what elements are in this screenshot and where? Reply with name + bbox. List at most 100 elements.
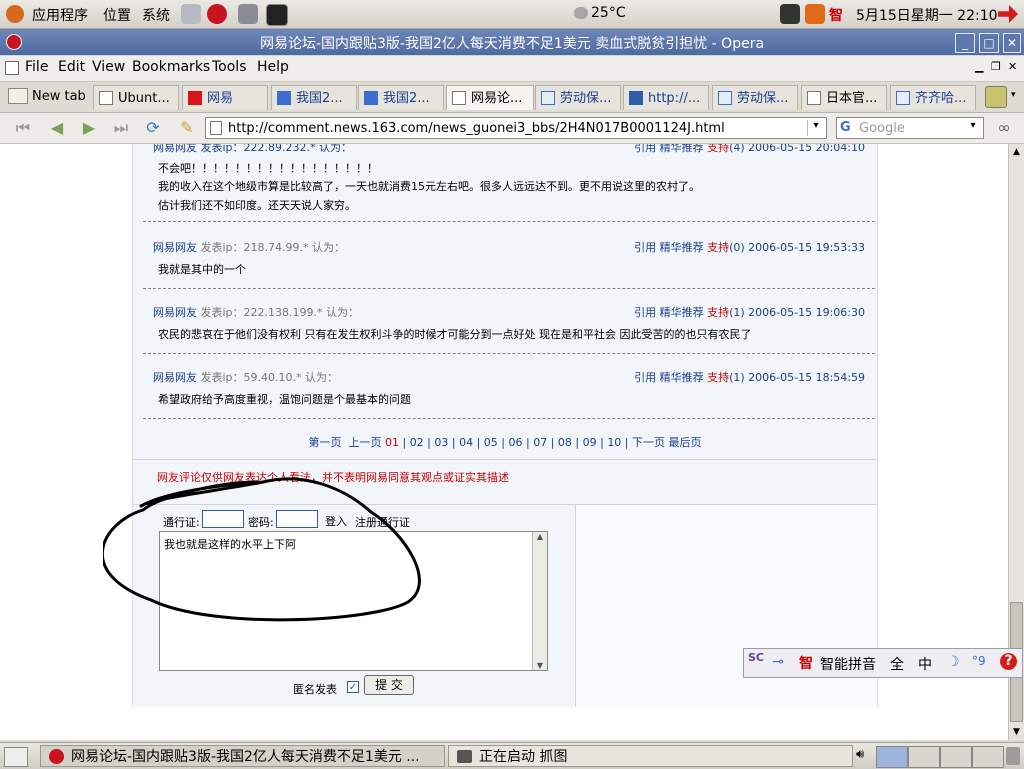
tab-article-2[interactable]: 我国2...: [358, 85, 444, 110]
window-title-bar[interactable]: 网易论坛-国内跟贴3版-我国2亿人每天消费不足1美元 卖血式脱贫引担忧 - Op…: [0, 29, 1024, 55]
search-dropdown-icon[interactable]: ▾: [965, 120, 981, 136]
comment-user[interactable]: 网易网友: [153, 306, 197, 319]
tab-labor-1[interactable]: 劳动保...: [535, 85, 621, 110]
scroll-up-icon[interactable]: ▲: [533, 532, 547, 541]
support-link[interactable]: 支持: [707, 144, 729, 154]
first-page-link[interactable]: 第一页: [308, 436, 341, 449]
punctuation-icon[interactable]: °9: [972, 654, 986, 668]
logout-icon[interactable]: [998, 5, 1018, 23]
next-page-link[interactable]: 下一页: [632, 436, 665, 449]
ime-chinese-mode[interactable]: 中: [918, 654, 932, 674]
url-dropdown-icon[interactable]: ▾: [807, 120, 824, 136]
trash-icon[interactable]: [985, 86, 1007, 108]
pin-icon[interactable]: ⊸: [772, 654, 784, 670]
workspace-1[interactable]: [876, 746, 908, 768]
volume-icon[interactable]: 🔊︎: [856, 747, 872, 765]
mdi-minimize-icon[interactable]: ▁: [975, 60, 983, 73]
workspace-3[interactable]: [940, 746, 972, 768]
tab-labor-2[interactable]: 劳动保...: [712, 85, 798, 110]
tab-163[interactable]: 网易: [182, 85, 268, 110]
settings-launcher-icon[interactable]: [238, 4, 258, 24]
monitor-icon[interactable]: [780, 4, 800, 24]
system-menu[interactable]: 系统: [142, 5, 170, 25]
places-menu[interactable]: 位置: [103, 5, 131, 25]
new-tab-label[interactable]: New tab: [32, 89, 86, 104]
wand-icon[interactable]: ✎: [176, 119, 198, 137]
rewind-icon[interactable]: ⏮: [12, 119, 34, 137]
submit-button[interactable]: 提 交: [364, 675, 414, 695]
quote-recommend-links[interactable]: 引用 精华推荐: [634, 144, 704, 154]
quote-recommend-links[interactable]: 引用 精华推荐: [634, 306, 704, 319]
menu-help[interactable]: Help: [257, 59, 289, 75]
tab-japan[interactable]: 日本官...: [801, 85, 887, 110]
menu-checkbox-icon[interactable]: [5, 61, 19, 75]
search-placeholder[interactable]: Google: [859, 121, 905, 136]
url-text[interactable]: http://comment.news.163.com/news_guonei3…: [228, 121, 725, 136]
panel-clock[interactable]: 5月15日星期一 22:10: [856, 5, 998, 25]
support-link[interactable]: 支持: [707, 241, 729, 254]
taskbar-opera-window[interactable]: 网易论坛-国内跟贴3版-我国2亿人每天消费不足1美元 ...: [40, 745, 445, 767]
ime-smart-pinyin[interactable]: 智能拼音: [820, 654, 876, 674]
workspace-2[interactable]: [908, 746, 940, 768]
minimize-button[interactable]: _: [955, 33, 975, 53]
tab-qiqihar[interactable]: 齐齐哈...: [890, 85, 976, 110]
ime-full-width[interactable]: 全: [890, 654, 904, 674]
tab-article-1[interactable]: 我国2...: [271, 85, 357, 110]
update-notifier-icon[interactable]: [805, 4, 825, 24]
comment-user[interactable]: 网易网友: [153, 371, 197, 384]
page-link[interactable]: 09: [583, 436, 597, 449]
menu-tools[interactable]: Tools: [212, 59, 247, 75]
prev-page-link[interactable]: 上一页: [348, 436, 381, 449]
reload-icon[interactable]: ⟳: [142, 119, 164, 137]
page-link[interactable]: 02: [410, 436, 424, 449]
textarea-scrollbar[interactable]: ▲ ▼: [532, 532, 547, 670]
address-field[interactable]: http://comment.news.163.com/news_guonei3…: [205, 117, 827, 139]
menu-view[interactable]: View: [92, 59, 125, 75]
anonymous-checkbox[interactable]: ✓: [347, 681, 359, 693]
menu-file[interactable]: File: [25, 59, 48, 75]
show-desktop-icon[interactable]: [4, 747, 28, 767]
ime-zhi-indicator[interactable]: 智: [829, 5, 843, 25]
scroll-down-icon[interactable]: ▼: [1009, 724, 1024, 740]
page-link[interactable]: 10: [607, 436, 621, 449]
tab-http[interactable]: http://...: [623, 85, 709, 110]
scroll-down-icon[interactable]: ▼: [533, 661, 547, 670]
tab-active-forum[interactable]: 网易论...: [446, 85, 534, 110]
ubuntu-logo-icon[interactable]: [6, 5, 24, 23]
page-link[interactable]: 06: [509, 436, 523, 449]
search-field[interactable]: G Google ▾: [836, 117, 984, 139]
help-icon[interactable]: ?: [1000, 653, 1017, 670]
page-link[interactable]: 08: [558, 436, 572, 449]
terminal-launcher-icon[interactable]: [266, 4, 288, 26]
scim-logo-icon[interactable]: SC: [748, 651, 764, 664]
comment-user[interactable]: 网易网友: [153, 241, 197, 254]
new-tab-icon[interactable]: [8, 88, 28, 104]
support-link[interactable]: 支持: [707, 306, 729, 319]
page-link[interactable]: 03: [434, 436, 448, 449]
quote-recommend-links[interactable]: 引用 精华推荐: [634, 241, 704, 254]
browser-launcher-icon[interactable]: [181, 4, 201, 24]
glasses-icon[interactable]: ∞: [993, 119, 1015, 137]
workspace-4[interactable]: [972, 746, 1004, 768]
back-icon[interactable]: ◀: [46, 119, 68, 137]
page-link[interactable]: 04: [459, 436, 473, 449]
quote-recommend-links[interactable]: 引用 精华推荐: [634, 371, 704, 384]
mdi-restore-icon[interactable]: ❐: [991, 60, 1001, 73]
mdi-close-icon[interactable]: ✕: [1008, 60, 1017, 73]
close-window-button[interactable]: ✕: [1003, 33, 1021, 53]
menu-edit[interactable]: Edit: [58, 59, 85, 75]
tab-ubuntu[interactable]: Ubunt...: [93, 85, 179, 110]
opera-launcher-icon[interactable]: [207, 4, 227, 24]
trash-dropdown-icon[interactable]: ▾: [1011, 90, 1016, 100]
trash-applet-icon[interactable]: [1006, 747, 1020, 765]
zhi-icon[interactable]: 智: [799, 653, 813, 673]
forward-icon[interactable]: ▶: [78, 119, 100, 137]
page-link[interactable]: 05: [484, 436, 498, 449]
maximize-button[interactable]: □: [979, 33, 999, 53]
support-link[interactable]: 支持: [707, 371, 729, 384]
applications-menu[interactable]: 应用程序: [32, 5, 88, 25]
taskbar-screenshot-window[interactable]: 正在启动 抓图: [448, 745, 853, 767]
page-link[interactable]: 07: [533, 436, 547, 449]
last-page-link[interactable]: 最后页: [669, 436, 702, 449]
menu-bookmarks[interactable]: Bookmarks: [132, 59, 210, 75]
